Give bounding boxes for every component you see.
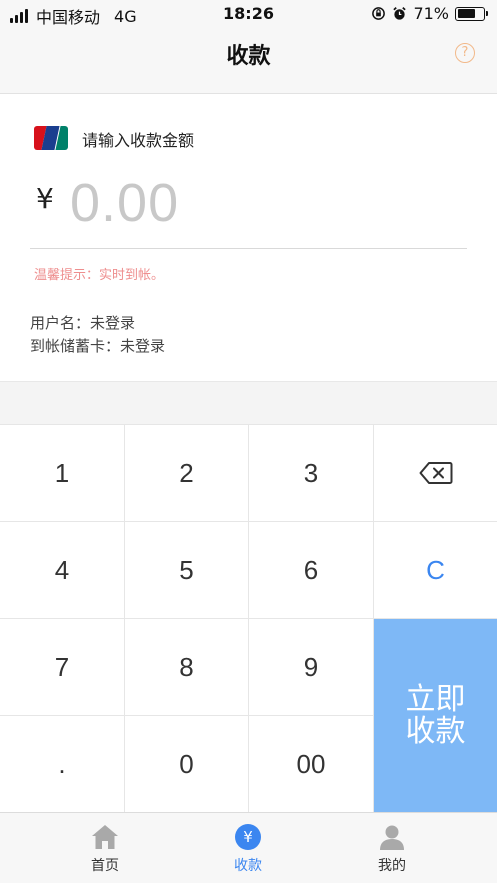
submit-label-line2: 收款 xyxy=(405,713,466,749)
status-right: 71% xyxy=(371,4,488,23)
yen-icon: ¥ xyxy=(235,824,261,850)
key-4[interactable]: 4 xyxy=(0,522,124,618)
currency-symbol: ¥ xyxy=(36,182,54,215)
alarm-icon xyxy=(393,7,407,20)
submit-label-line1: 立即 xyxy=(405,681,466,717)
backspace-button[interactable] xyxy=(374,425,497,521)
username-info: 用户名：未登录 xyxy=(30,314,136,332)
key-00[interactable]: 00 xyxy=(249,716,373,812)
key-6[interactable]: 6 xyxy=(249,522,373,618)
amount-label: 请输入收款金额 xyxy=(82,131,195,150)
page-title: 收款 xyxy=(226,44,271,69)
tab-mine-label: 我的 xyxy=(378,858,406,874)
submit-payment-button[interactable]: 立即 收款 xyxy=(374,619,497,812)
debit-card-info: 到帐储蓄卡：未登录 xyxy=(30,337,166,355)
tab-home-label: 首页 xyxy=(91,858,119,874)
person-icon xyxy=(380,825,404,850)
key-3[interactable]: 3 xyxy=(249,425,373,521)
key-5[interactable]: 5 xyxy=(125,522,248,618)
key-0[interactable]: 0 xyxy=(125,716,248,812)
key-9[interactable]: 9 xyxy=(249,619,373,715)
key-2[interactable]: 2 xyxy=(125,425,248,521)
help-icon[interactable]: ? xyxy=(455,43,475,63)
nav-bar: 收款 ? xyxy=(0,28,497,94)
arrival-tip: 温馨提示：实时到帐。 xyxy=(34,268,165,283)
tab-mine[interactable]: 我的 xyxy=(332,823,452,875)
numeric-keypad: 1 2 3 4 5 6 C 7 8 9 立即 收款 . 0 00 xyxy=(0,424,497,812)
backspace-icon xyxy=(419,462,452,484)
tab-home[interactable]: 首页 xyxy=(45,823,165,875)
key-dot[interactable]: . xyxy=(0,716,124,812)
clear-button[interactable]: C xyxy=(374,522,497,618)
tab-bar: 首页 ¥ 收款 我的 xyxy=(0,812,497,883)
status-bar: 中国移动 4G 18:26 71% xyxy=(0,0,497,28)
rotation-lock-icon xyxy=(372,7,386,20)
tab-collect[interactable]: ¥ 收款 xyxy=(188,823,308,875)
battery-percent: 71% xyxy=(413,4,449,23)
battery-fill xyxy=(457,9,476,18)
payment-card: 请输入收款金额 ¥ 0.00 温馨提示：实时到帐。 用户名：未登录 到帐储蓄卡：… xyxy=(0,94,497,382)
amount-input[interactable]: 0.00 xyxy=(70,172,179,234)
home-icon xyxy=(92,825,118,849)
key-7[interactable]: 7 xyxy=(0,619,124,715)
tab-collect-label: 收款 xyxy=(234,858,262,874)
battery-icon xyxy=(455,6,488,21)
key-8[interactable]: 8 xyxy=(125,619,248,715)
key-1[interactable]: 1 xyxy=(0,425,124,521)
amount-divider xyxy=(30,248,467,249)
unionpay-logo-icon xyxy=(34,126,68,150)
